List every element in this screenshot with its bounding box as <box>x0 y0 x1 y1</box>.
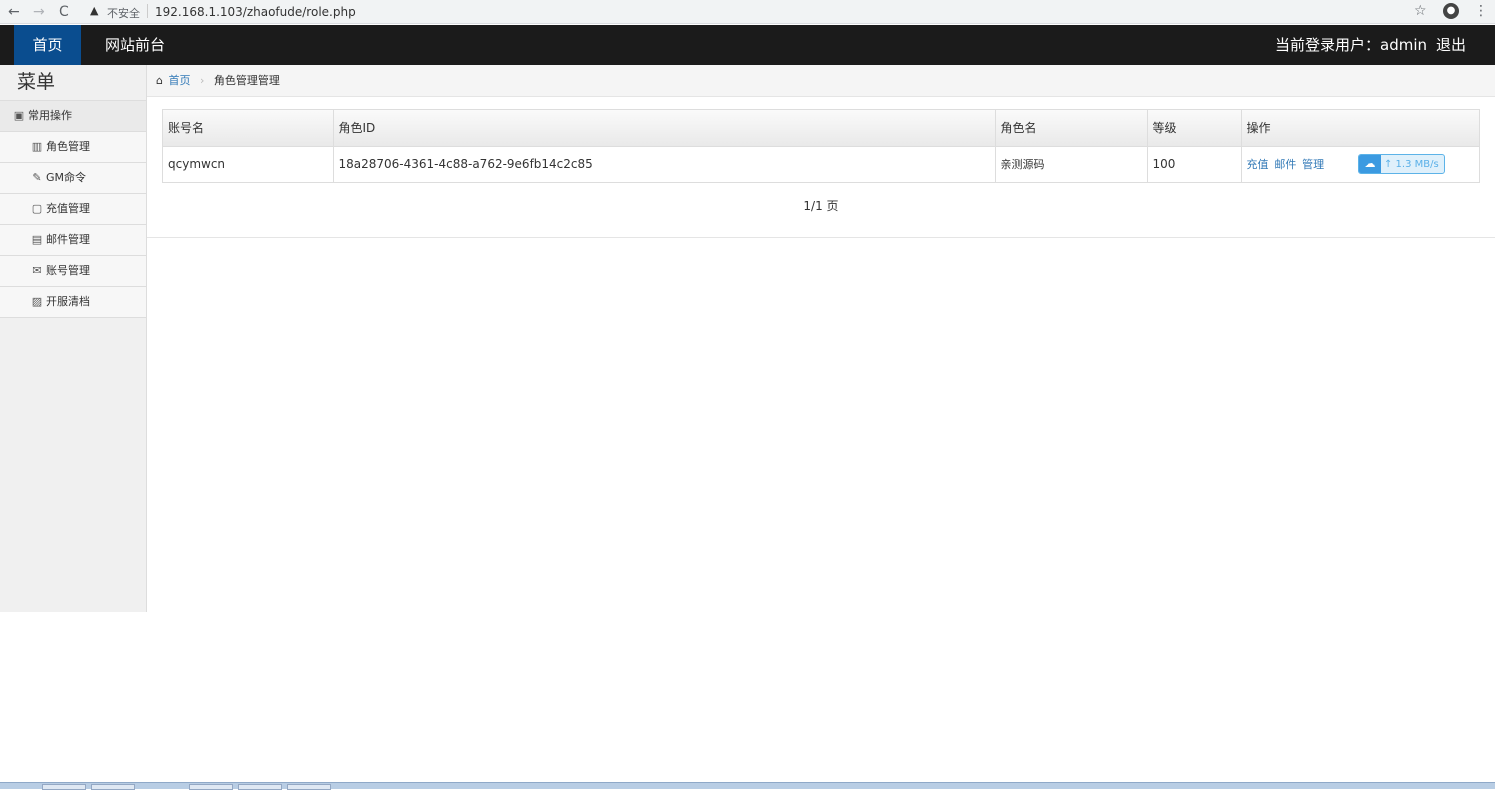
url-text[interactable]: 192.168.1.103/zhaofude/role.php <box>155 5 356 19</box>
warning-icon: ▲ <box>90 4 99 17</box>
sidebar-group-label: 常用操作 <box>28 109 72 122</box>
file-icon: ▢ <box>31 202 43 215</box>
nav-frontend-link[interactable]: 网站前台 <box>105 25 165 65</box>
cell-account: qcymwcn <box>163 146 334 182</box>
sidebar-item-role[interactable]: ▥ 角色管理 <box>0 132 146 163</box>
sidebar-item-label: 开服清档 <box>46 295 90 308</box>
cloud-icon: ☁ <box>1358 155 1381 174</box>
current-user-label: 当前登录用户：admin <box>1275 36 1428 54</box>
sidebar-item-label: 邮件管理 <box>46 233 90 246</box>
table-row: qcymwcn 18a28706-4361-4c88-a762-9e6fb14c… <box>163 146 1479 182</box>
recharge-link[interactable]: 充值 <box>1247 158 1269 171</box>
breadcrumb: ⌂ 首页 › 角色管理管理 <box>147 65 1495 97</box>
list-icon: ▤ <box>31 233 43 246</box>
picture-icon: ▨ <box>31 295 43 308</box>
col-level: 等级 <box>1147 110 1242 147</box>
logout-link[interactable]: 退出 <box>1436 25 1466 65</box>
divider <box>147 237 1495 238</box>
browser-toolbar: ← → C ▲ 不安全 192.168.1.103/zhaofude/role.… <box>0 0 1495 24</box>
taskbar-button[interactable] <box>287 784 331 790</box>
bookmark-star-icon[interactable]: ☆ <box>1414 3 1427 19</box>
sidebar-item-reset[interactable]: ▨ 开服清档 <box>0 287 146 318</box>
sidebar-title: 菜单 <box>0 65 146 101</box>
sidebar-item-label: 充值管理 <box>46 202 90 215</box>
col-role-id: 角色ID <box>333 110 996 147</box>
cell-actions: 充值 邮件 管理 ☁ ↑ 1.3 MB/s <box>1241 146 1479 182</box>
home-icon: ⌂ <box>156 74 163 87</box>
dashboard-icon: ▣ <box>13 109 25 122</box>
sidebar-item-label: 角色管理 <box>46 140 90 153</box>
sidebar-item-label: GM命令 <box>46 171 87 184</box>
forward-icon[interactable]: → <box>33 3 45 21</box>
sidebar-item-mail[interactable]: ▤ 邮件管理 <box>0 225 146 256</box>
sidebar: 菜单 ▣ 常用操作 ▥ 角色管理 ✎ GM命令 ▢ 充值管理 ▤ 邮件管理 ✉ 账号管理 ▨… <box>0 65 147 612</box>
address-divider <box>147 4 148 18</box>
address-bar[interactable]: ▲ 不安全 192.168.1.103/zhaofude/role.php <box>84 2 1434 22</box>
pagination: 1/1 页 <box>803 199 839 213</box>
upload-speed-widget[interactable]: ☁ ↑ 1.3 MB/s <box>1357 154 1445 175</box>
sidebar-item-label: 账号管理 <box>46 264 90 277</box>
back-icon[interactable]: ← <box>8 3 20 21</box>
taskbar-button[interactable] <box>91 784 135 790</box>
envelope-icon: ✉ <box>32 264 42 277</box>
top-navbar: 首页 网站前台 当前登录用户：admin 退出 <box>0 25 1495 65</box>
kebab-menu-icon[interactable]: ⋮ <box>1474 3 1488 19</box>
users-icon: ▥ <box>31 140 43 153</box>
nav-home-link[interactable]: 首页 <box>14 25 81 65</box>
role-table: 账号名 角色ID 角色名 等级 操作 qcymwcn 18a28706-4361… <box>162 109 1480 183</box>
mail-link[interactable]: 邮件 <box>1274 158 1296 171</box>
cell-role-id: 18a28706-4361-4c88-a762-9e6fb14c2c85 <box>333 146 996 182</box>
sidebar-item-account[interactable]: ✉ 账号管理 <box>0 256 146 287</box>
col-actions: 操作 <box>1241 110 1479 147</box>
reload-icon[interactable]: C <box>59 3 69 21</box>
col-role-name: 角色名 <box>995 110 1148 147</box>
manage-link[interactable]: 管理 <box>1302 158 1324 171</box>
insecure-label: 不安全 <box>107 7 140 20</box>
cell-role-name: 亲测源码 <box>995 146 1148 182</box>
wrench-icon: ✎ <box>32 171 42 184</box>
breadcrumb-home-link[interactable]: 首页 <box>168 74 190 87</box>
taskbar-button[interactable] <box>238 784 282 790</box>
taskbar-button[interactable] <box>42 784 86 790</box>
table-header-row: 账号名 角色ID 角色名 等级 操作 <box>163 110 1479 147</box>
taskbar-button[interactable] <box>189 784 233 790</box>
upload-speed-text: ↑ 1.3 MB/s <box>1383 159 1439 171</box>
cell-level: 100 <box>1147 146 1242 182</box>
breadcrumb-divider: › <box>199 74 205 87</box>
sidebar-item-gm[interactable]: ✎ GM命令 <box>0 163 146 194</box>
breadcrumb-current: 角色管理管理 <box>213 74 280 87</box>
os-taskbar <box>0 782 1495 790</box>
sidebar-group-common[interactable]: ▣ 常用操作 <box>0 101 146 132</box>
col-account: 账号名 <box>163 110 334 147</box>
sidebar-item-recharge[interactable]: ▢ 充值管理 <box>0 194 146 225</box>
account-icon[interactable]: ● <box>1443 3 1459 19</box>
